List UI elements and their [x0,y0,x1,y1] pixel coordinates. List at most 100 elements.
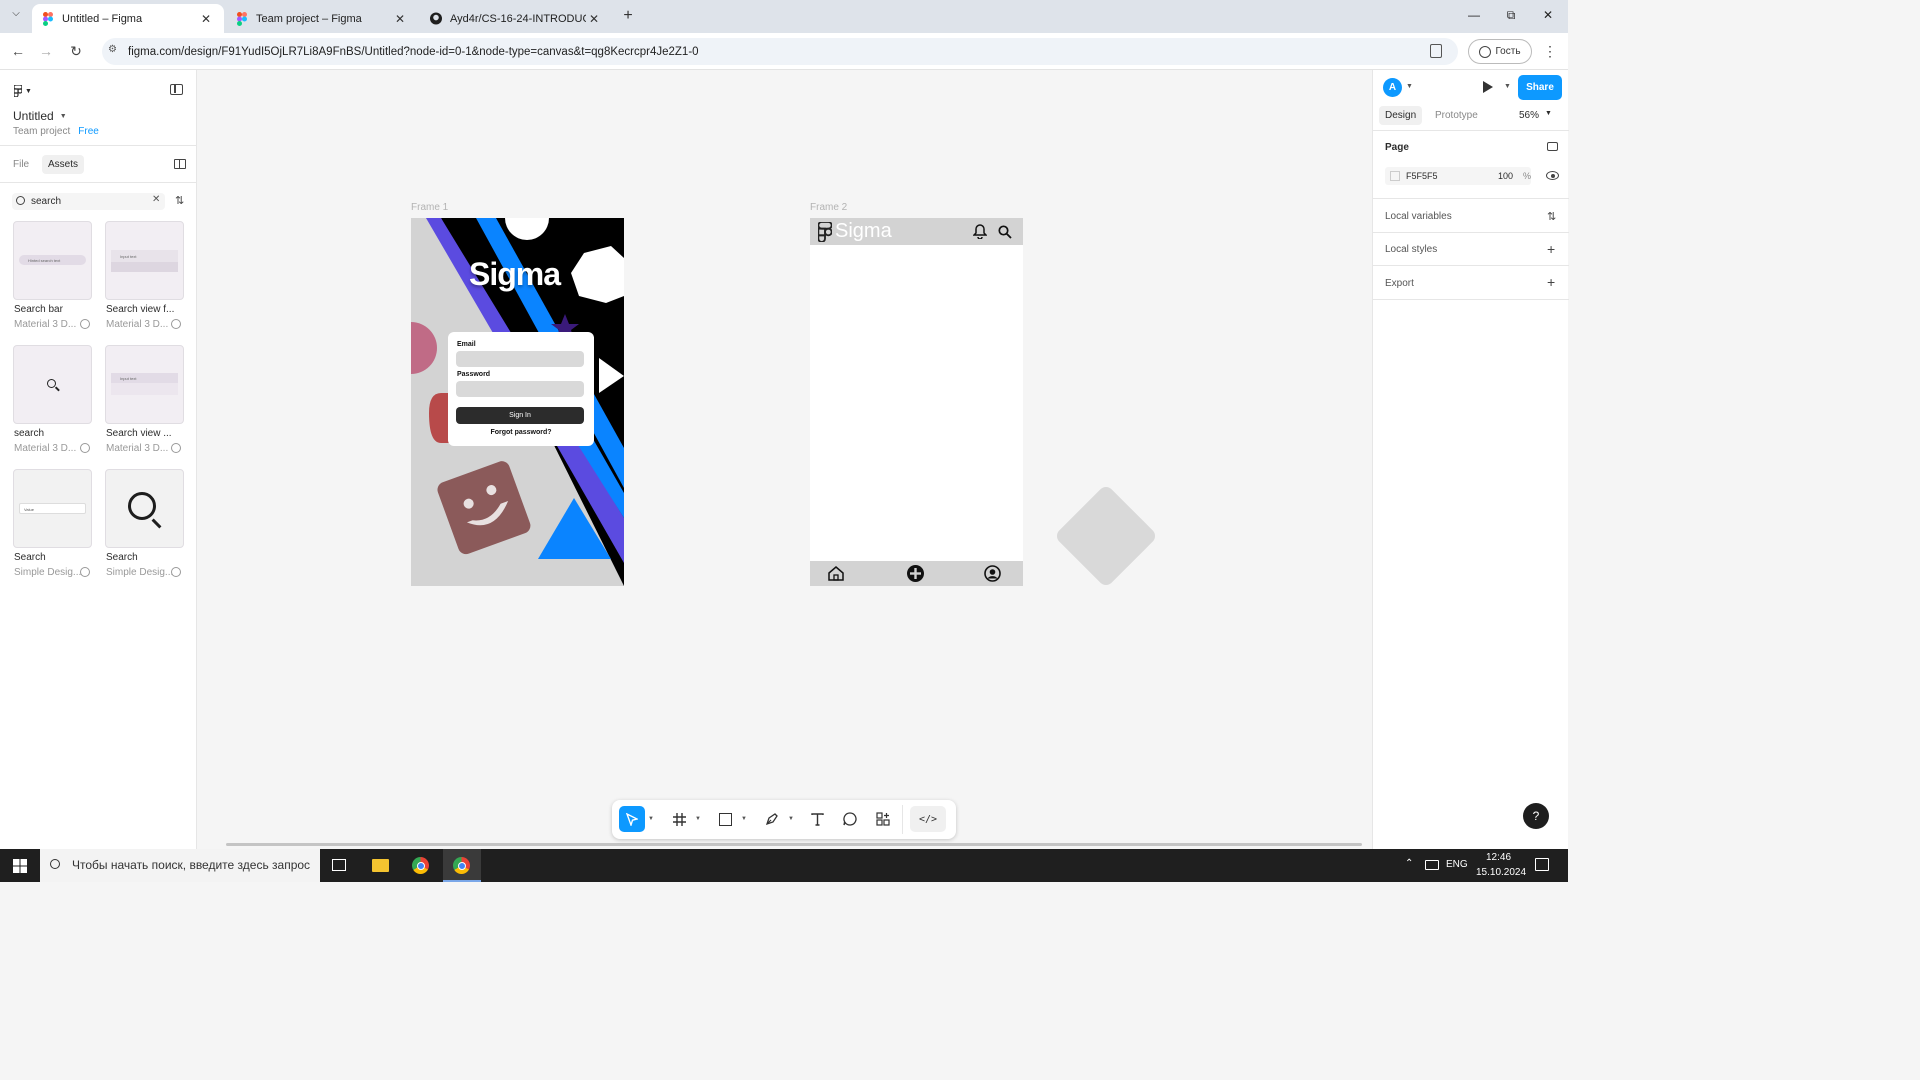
add-circle-icon[interactable] [907,565,924,582]
windows-start-icon[interactable] [13,859,27,873]
add-style-icon[interactable]: + [1547,241,1555,257]
local-styles-label[interactable]: Local styles [1385,244,1437,255]
page-opacity-value[interactable]: 100 [1498,171,1513,181]
profile-guest-button[interactable]: Гость [1468,39,1532,64]
asset-thumb-search-view-f[interactable]: Input text [105,221,184,300]
frame-2[interactable]: Sigma [810,218,1023,586]
chevron-down-icon[interactable]: ▼ [1406,83,1413,90]
color-swatch[interactable] [1390,171,1400,181]
email-field[interactable] [456,351,584,367]
asset-library: Material 3 D... [106,319,169,330]
tab-team-project-figma[interactable]: Team project – Figma ✕ [226,4,418,33]
assets-search-field[interactable]: search ✕ [12,193,165,210]
back-icon[interactable]: ← [8,42,28,62]
add-export-icon[interactable]: + [1547,274,1555,290]
shape-tool-button[interactable] [712,806,738,832]
share-button[interactable]: Share [1518,75,1562,100]
page-color-field[interactable]: F5F5F5 100 % [1385,167,1531,185]
search-icon[interactable] [998,225,1012,239]
close-window-icon[interactable]: ✕ [1538,8,1558,24]
dev-mode-toggle[interactable]: </> [910,806,946,832]
local-variables-label[interactable]: Local variables [1385,211,1452,222]
comment-tool-button[interactable] [837,806,863,832]
tab-assets[interactable]: Assets [42,155,85,174]
close-tab-icon[interactable]: ✕ [392,12,408,26]
new-tab-icon[interactable]: + [619,7,637,25]
asset-thumb-search-value[interactable]: Value [13,469,92,548]
move-tool-button[interactable] [619,806,645,832]
tab-list-dropdown-icon[interactable]: ⌵ [8,8,24,24]
taskbar-search-box[interactable]: Чтобы начать поиск, введите здесь запрос [40,849,320,882]
home-icon[interactable] [828,566,844,581]
page-settings-icon[interactable] [1547,142,1558,151]
chrome-active-icon[interactable] [443,849,481,882]
chevron-down-icon[interactable]: ▼ [1504,83,1511,90]
chevron-down-icon[interactable]: ▼ [648,816,654,822]
design-canvas[interactable]: Frame 1 Frame 2 Sigma Email Password Sig… [197,70,1372,849]
bell-icon[interactable] [973,224,987,239]
pen-tool-button[interactable] [759,806,785,832]
clear-search-icon[interactable]: ✕ [152,194,160,205]
canvas-horizontal-scrollbar[interactable] [226,843,1362,846]
network-icon[interactable] [1425,860,1439,870]
close-tab-icon[interactable]: ✕ [198,12,214,26]
library-icon[interactable] [174,159,186,169]
frame-tool-button[interactable] [666,806,692,832]
asset-thumb-search-large-icon[interactable] [105,469,184,548]
task-view-icon[interactable] [332,859,346,871]
forgot-password-link[interactable]: Forgot password? [448,429,594,436]
frame2-label[interactable]: Frame 2 [810,202,847,213]
actions-tool-button[interactable] [870,806,896,832]
sidebar-toggle-icon[interactable] [170,84,183,95]
forward-icon[interactable]: → [36,42,56,62]
asset-thumb-search-bar[interactable]: Hinted search text [13,221,92,300]
browser-menu-icon[interactable]: ⋮ [1540,42,1560,62]
chevron-down-icon[interactable]: ▼ [788,816,794,822]
tab-prototype[interactable]: Prototype [1435,110,1478,121]
tray-chevron-up-icon[interactable]: ⌃ [1405,858,1413,869]
filter-settings-icon[interactable]: ⇅ [175,194,185,207]
profile-icon[interactable] [984,565,1001,582]
chevron-down-icon[interactable]: ▼ [695,816,701,822]
language-indicator[interactable]: ENG [1446,859,1468,870]
plan-badge[interactable]: Free [78,126,99,137]
clock-time[interactable]: 12:46 [1486,852,1511,863]
clipboard-icon[interactable] [1430,44,1442,58]
text-tool-button[interactable] [804,806,830,832]
figma-menu-button[interactable]: ▼ [14,83,38,99]
frame1-label[interactable]: Frame 1 [411,202,448,213]
diamond-shape[interactable] [1053,483,1159,589]
restore-icon[interactable]: ⧉ [1501,8,1521,24]
close-tab-icon[interactable]: ✕ [586,12,602,26]
avatar[interactable]: A [1383,78,1402,97]
present-play-icon[interactable] [1483,81,1493,93]
tab-design[interactable]: Design [1379,106,1423,125]
chevron-down-icon[interactable]: ▼ [741,816,747,822]
asset-thumb-search-view[interactable]: Input text [105,345,184,424]
clock-date[interactable]: 15.10.2024 [1476,867,1526,878]
reload-icon[interactable]: ↻ [66,42,86,62]
asset-thumb-search-icon[interactable] [13,345,92,424]
variables-settings-icon[interactable]: ⇅ [1547,210,1556,223]
tab-github-repo[interactable]: Ayd4r/CS-16-24-INTRODUCTIO ✕ [420,4,612,33]
page-color-hex[interactable]: F5F5F5 [1406,171,1438,181]
chrome-icon[interactable] [412,857,429,874]
url-input[interactable]: ⚙ figma.com/design/F91YudI5OjLR7Li8A9FnB… [102,38,1458,65]
search-input[interactable]: search [31,196,61,207]
site-info-icon[interactable]: ⚙ [108,44,122,58]
tab-untitled-figma[interactable]: Untitled – Figma ✕ [32,4,224,33]
minimize-icon[interactable]: — [1464,8,1484,24]
team-name[interactable]: Team project [13,126,70,137]
tab-file[interactable]: File [13,159,29,170]
help-button[interactable]: ? [1523,803,1549,829]
password-field[interactable] [456,381,584,397]
eye-icon[interactable] [1546,171,1559,180]
zoom-dropdown[interactable]: 56% ▼ [1519,110,1552,121]
file-name[interactable]: Untitled ▼ [13,109,67,123]
grid-plus-icon [876,812,890,826]
notifications-icon[interactable] [1535,858,1549,871]
frame-1[interactable]: Sigma Email Password Sign In Forgot pass… [411,218,624,586]
sign-in-button[interactable]: Sign In [456,407,584,424]
file-explorer-icon[interactable] [372,859,389,872]
export-label[interactable]: Export [1385,278,1414,289]
